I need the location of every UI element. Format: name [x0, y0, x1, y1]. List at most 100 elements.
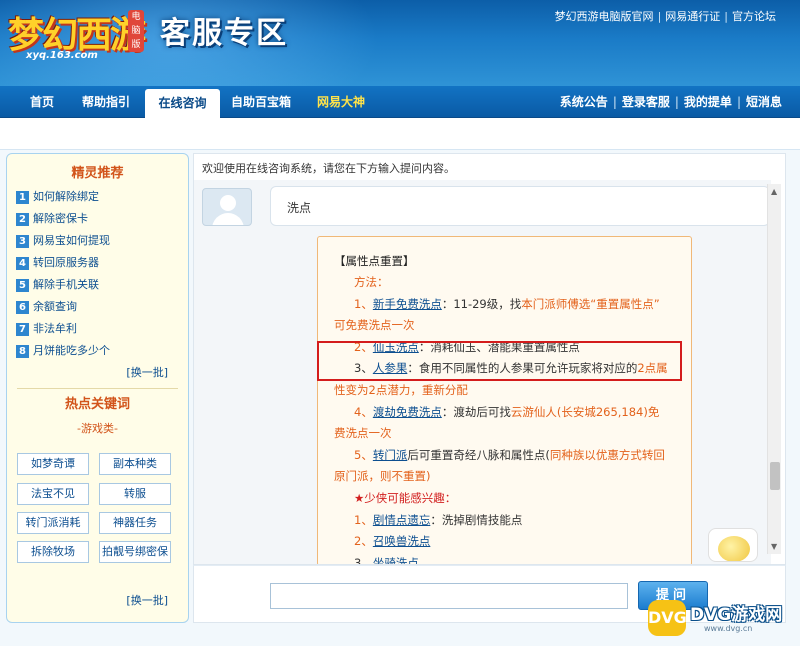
top-links: 梦幻西游电脑版官网 | 网易通行证 | 官方论坛 — [554, 10, 776, 23]
interest-1-text: ：洗掉剧情技能点 — [430, 513, 523, 527]
faq-label: 如何解除绑定 — [33, 190, 99, 203]
faq-number: 6 — [16, 301, 29, 314]
faq-item[interactable]: 1 如何解除绑定 — [7, 186, 188, 208]
faq-label: 转回原服务器 — [33, 256, 99, 269]
tab-home[interactable]: 首页 — [14, 86, 70, 118]
login-service-link[interactable]: 登录客服 — [622, 95, 670, 109]
method-1-number: 1、 — [354, 297, 373, 311]
keyword-button[interactable]: 副本种类 — [99, 453, 171, 475]
faq-item[interactable]: 4 转回原服务器 — [7, 252, 188, 274]
faq-number: 5 — [16, 279, 29, 292]
faq-number: 7 — [16, 323, 29, 336]
watermark-name: DVG游戏网 — [690, 605, 783, 625]
method-5-text: 后可重置奇经八脉和属性点( — [407, 448, 550, 462]
game-logo[interactable]: 梦幻西游 电脑版 xyq.163.com — [6, 4, 148, 68]
interest-1-link[interactable]: 剧情点遗忘 — [373, 513, 431, 527]
change-batch-link-2[interactable]: [换一批] — [126, 590, 188, 612]
method-label: 方法： — [354, 275, 389, 289]
faq-item[interactable]: 8 月饼能吃多少个 — [7, 340, 188, 362]
watermark-site: www.dvg.cn — [704, 624, 753, 633]
user-message-bubble: 洗点 — [270, 186, 770, 226]
interest-2-line: 2、召唤兽洗点 — [354, 531, 430, 553]
watermark-badge: DVG — [648, 600, 687, 636]
method-4-highlight: 云游仙人(长安城265,184)免 — [510, 405, 660, 419]
interest-3-line: 3、坐骑洗点 — [354, 553, 419, 564]
tab-netease-dashen[interactable]: 网易大神 — [306, 86, 376, 118]
method-4-line: 4、渡劫免费洗点：渡劫后可找云游仙人(长安城265,184)免 — [354, 402, 659, 424]
assistant-avatar — [708, 528, 758, 562]
tab-self-service[interactable]: 自助百宝箱 — [224, 86, 298, 118]
faq-label: 非法牟利 — [33, 322, 77, 335]
keyword-category: -游戏类- — [77, 422, 118, 435]
site-watermark: DVG DVG游戏网 www.dvg.cn — [646, 592, 798, 644]
faq-number: 4 — [16, 257, 29, 270]
faq-label: 余额查询 — [33, 300, 77, 313]
faq-number: 3 — [16, 235, 29, 248]
method-4-continuation: 费洗点一次 — [334, 426, 392, 440]
method-5-link[interactable]: 转门派 — [373, 448, 408, 462]
interest-2-link[interactable]: 召唤兽洗点 — [373, 534, 431, 548]
announcement-link[interactable]: 系统公告 — [560, 95, 608, 109]
method-1-text: ：11-29级，找 — [441, 297, 522, 311]
sub-bar — [0, 118, 800, 150]
scroll-up-icon[interactable]: ▲ — [771, 187, 777, 196]
keyword-button[interactable]: 拍靓号绑密保 — [99, 541, 171, 563]
interest-1-number: 1、 — [354, 513, 373, 527]
messages-link[interactable]: 短消息 — [746, 95, 782, 109]
method-5-continuation: 原门派，则不重置) — [334, 469, 431, 483]
method-4-text: ：渡劫后可找 — [441, 405, 511, 419]
question-input[interactable] — [270, 583, 628, 609]
method-4-link[interactable]: 渡劫免费洗点 — [373, 405, 442, 419]
change-batch-link[interactable]: [换一批] — [7, 362, 188, 384]
highlight-box — [317, 341, 682, 381]
user-avatar — [202, 188, 252, 226]
interest-label: ★少侠可能感兴趣： — [354, 491, 457, 505]
method-5-highlight: 同种族以优惠方式转回 — [549, 448, 665, 462]
tab-help[interactable]: 帮助指引 — [74, 86, 138, 118]
logo-url: xyq.163.com — [26, 50, 98, 61]
keyword-button[interactable]: 转门派消耗 — [17, 512, 89, 534]
interest-3-number: 3、 — [354, 556, 373, 564]
welcome-text: 欢迎使用在线咨询系统，请您在下方输入提问内容。 — [202, 162, 455, 175]
faq-label: 解除手机关联 — [33, 278, 99, 291]
user-message: 洗点 — [287, 201, 312, 215]
faq-item[interactable]: 6 余额查询 — [7, 296, 188, 318]
main-nav: 首页 帮助指引 在线咨询 自助百宝箱 网易大神 系统公告 | 登录客服 | 我的提单 | 短… — [0, 86, 800, 119]
tab-online-consult[interactable]: 在线咨询 — [145, 89, 220, 119]
answer-heading: 【属性点重置】 — [334, 254, 415, 268]
keyword-button[interactable]: 转服 — [99, 483, 171, 505]
scroll-thumb[interactable] — [770, 462, 780, 490]
logo-edition: 电脑版 — [128, 10, 144, 52]
faq-item[interactable]: 5 解除手机关联 — [7, 274, 188, 296]
faq-item[interactable]: 2 解除密保卡 — [7, 208, 188, 230]
my-tickets-link[interactable]: 我的提单 — [684, 95, 732, 109]
chat-scrollbar[interactable]: ▲ ▼ — [767, 184, 781, 554]
keyword-button[interactable]: 拆除牧场 — [17, 541, 89, 563]
sidebar-title: 精灵推荐 — [71, 166, 124, 181]
faq-item[interactable]: 7 非法牟利 — [7, 318, 188, 340]
nav-right-links: 系统公告 | 登录客服 | 我的提单 | 短消息 — [559, 95, 782, 109]
keyword-button[interactable]: 法宝不见 — [17, 483, 89, 505]
answer-card: 【属性点重置】 方法： 1、新手免费洗点：11-29级，找本门派师傅选“重置属性… — [317, 236, 692, 564]
faq-number: 1 — [16, 191, 29, 204]
method-1-continuation: 可免费洗点一次 — [334, 318, 415, 332]
sidebar: 精灵推荐 1 如何解除绑定 2 解除密保卡 3 网易宝如何提现 4 转回原服务器 5 解除… — [6, 153, 189, 623]
forum-link[interactable]: 官方论坛 — [732, 10, 776, 23]
faq-number: 2 — [16, 213, 29, 226]
faq-item[interactable]: 3 网易宝如何提现 — [7, 230, 188, 252]
faq-label: 解除密保卡 — [33, 212, 88, 225]
interest-1-line: 1、剧情点遗忘：洗掉剧情技能点 — [354, 510, 522, 532]
faq-label: 网易宝如何提现 — [33, 234, 110, 247]
divider — [17, 388, 178, 389]
interest-2-number: 2、 — [354, 534, 373, 548]
keyword-button[interactable]: 如梦奇谭 — [17, 453, 89, 475]
passport-link[interactable]: 网易通行证 — [665, 10, 720, 23]
method-3-continuation: 性变为2点潜力，重新分配 — [334, 383, 468, 397]
interest-3-link[interactable]: 坐骑洗点 — [373, 556, 419, 564]
keyword-button[interactable]: 神器任务 — [99, 512, 171, 534]
hot-keywords-title: 热点关键词 — [64, 397, 130, 412]
scroll-down-icon[interactable]: ▼ — [771, 542, 777, 551]
faq-label: 月饼能吃多少个 — [33, 344, 110, 357]
method-1-link[interactable]: 新手免费洗点 — [373, 297, 442, 311]
official-site-link[interactable]: 梦幻西游电脑版官网 — [555, 10, 654, 23]
